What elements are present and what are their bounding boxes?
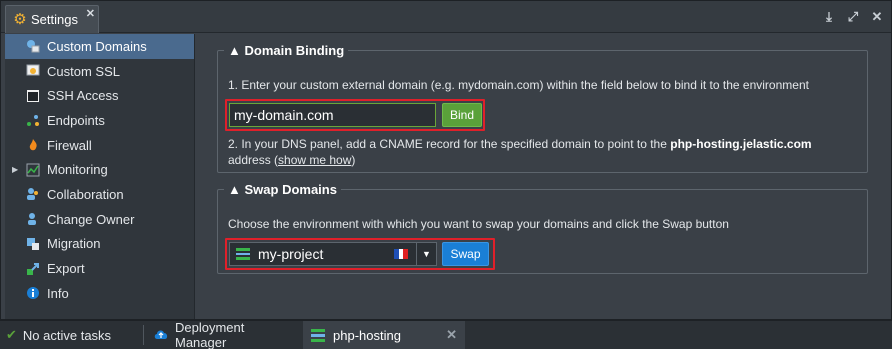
section-title: Swap Domains [244,182,337,197]
sidebar-item-label: SSH Access [47,88,119,104]
environment-icon [311,328,325,342]
environment-select[interactable]: my-project ▼ [229,242,437,266]
sidebar-item-info[interactable]: Info [5,281,194,306]
settings-tab[interactable]: ⚙ Settings ✕ [5,5,99,33]
sidebar-item-ssh-access[interactable]: SSH Access [5,83,194,108]
tasks-status[interactable]: ✔ No active tasks [0,321,142,349]
step-2-address: address (show me how) [228,153,355,167]
collapse-arrow-icon: ▲ [228,182,241,197]
region-flag-icon [394,249,409,259]
sidebar-item-custom-ssl[interactable]: Custom SSL [5,59,194,84]
status-bar: ✔ No active tasks Deployment Manager php… [0,320,892,349]
firewall-icon [25,137,41,153]
migration-icon [25,236,41,252]
sidebar-item-label: Info [47,285,69,301]
swap-button[interactable]: Swap [442,242,489,266]
tab-close-icon[interactable]: ✕ [86,7,95,20]
sidebar-item-label: Monitoring [47,162,108,178]
download-icon[interactable]: ⤓ [821,9,837,25]
divider [143,325,144,345]
chevron-down-icon[interactable]: ▼ [416,243,436,265]
environment-icon [236,248,250,261]
sidebar-item-label: Endpoints [47,112,105,128]
step-1-text: 1. Enter your custom external domain (e.… [228,78,809,92]
selected-environment: my-project [258,246,324,262]
title-bar: ⚙ Settings ✕ ⤓ ⤢ ✕ [1,1,891,33]
sidebar-item-endpoints[interactable]: Endpoints [5,108,194,133]
check-icon: ✔ [6,327,17,342]
tab-label: Deployment Manager [175,320,245,349]
domain-input[interactable]: my-domain.com [229,103,436,127]
window-controls: ⤓ ⤢ ✕ [821,9,885,25]
settings-window: ⚙ Settings ✕ ⤓ ⤢ ✕ Custom Domains Custom… [0,0,892,320]
info-icon [25,285,41,301]
settings-content: ▲ Domain Binding 1. Enter your custom ex… [201,34,891,319]
sidebar-item-monitoring[interactable]: ▶ Monitoring [5,157,194,182]
sidebar-item-label: Collaboration [47,186,124,202]
gear-icon: ⚙ [13,10,27,28]
expand-arrow-icon[interactable]: ▶ [12,165,18,174]
close-icon[interactable]: ✕ [446,327,457,343]
cloud-upload-icon [153,328,169,343]
tab-php-hosting[interactable]: php-hosting ✕ [303,321,465,349]
sidebar-item-label: Change Owner [47,211,135,227]
step-2-text: 2. In your DNS panel, add a CNAME record… [228,137,812,151]
collapse-arrow-icon: ▲ [228,43,241,58]
terminal-icon [25,88,41,104]
settings-sidebar: Custom Domains Custom SSL SSH Access End… [5,34,195,319]
show-me-how-link[interactable]: show me how [278,153,351,167]
certificate-icon [25,63,41,79]
sidebar-item-label: Custom Domains [47,38,147,54]
address-text: address ( [228,153,279,167]
step-2-prefix: 2. In your DNS panel, add a CNAME record… [228,137,671,151]
sidebar-item-change-owner[interactable]: Change Owner [5,207,194,232]
bind-button[interactable]: Bind [442,103,482,127]
sidebar-item-label: Firewall [47,137,92,153]
expand-icon[interactable]: ⤢ [845,9,861,25]
domain-binding-section: ▲ Domain Binding 1. Enter your custom ex… [217,43,868,173]
sidebar-item-firewall[interactable]: Firewall [5,133,194,158]
export-icon [25,261,41,277]
sidebar-item-custom-domains[interactable]: Custom Domains [5,34,194,59]
address-close: ) [351,153,356,167]
tab-label: Settings [31,12,78,27]
tasks-label: No active tasks [22,327,112,343]
swap-description: Choose the environment with which you wa… [228,217,729,231]
tab-deployment-manager[interactable]: Deployment Manager [147,320,299,349]
sidebar-item-label: Migration [47,236,101,252]
sidebar-item-collaboration[interactable]: Collaboration [5,182,194,207]
close-icon[interactable]: ✕ [869,9,885,25]
section-title: Domain Binding [244,43,345,58]
tab-label: php-hosting [333,327,401,343]
endpoints-icon [25,112,41,128]
sidebar-item-export[interactable]: Export [5,256,194,281]
sidebar-item-label: Export [47,261,85,277]
domain-binding-legend[interactable]: ▲ Domain Binding [224,43,348,58]
swap-domains-legend[interactable]: ▲ Swap Domains [224,182,341,197]
globe-icon [25,38,41,54]
swap-domains-section: ▲ Swap Domains Choose the environment wi… [217,182,868,274]
users-icon [25,186,41,202]
monitoring-icon [25,162,41,178]
sidebar-item-label: Custom SSL [47,63,120,79]
user-icon [25,211,41,227]
sidebar-item-migration[interactable]: Migration [5,232,194,257]
cname-host: php-hosting.jelastic.com [670,137,812,151]
